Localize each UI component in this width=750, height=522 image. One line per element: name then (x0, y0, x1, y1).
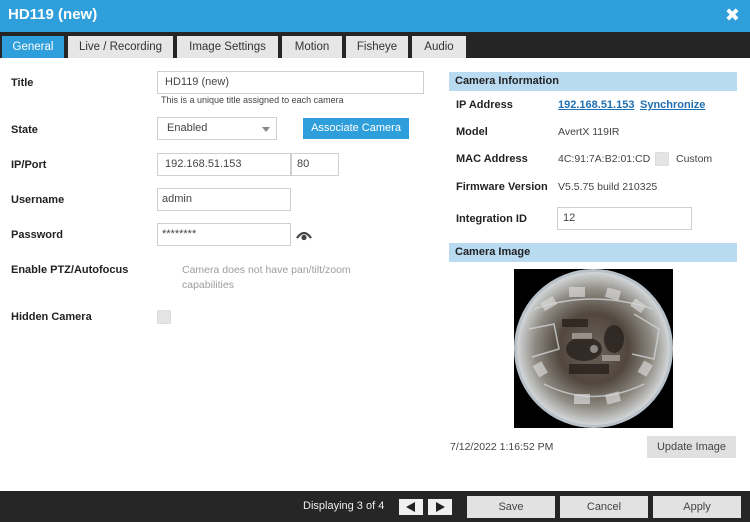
integration-id-input[interactable]: 12 (557, 207, 692, 230)
save-button[interactable]: Save (467, 496, 555, 518)
tab-live-recording[interactable]: Live / Recording (68, 36, 173, 58)
mac-address-value: 4C:91:7A:B2:01:CD (558, 153, 651, 165)
username-input[interactable]: admin (157, 188, 291, 211)
previous-button[interactable] (399, 499, 423, 515)
model-value: AvertX 119IR (558, 126, 620, 138)
ptz-note: Camera does not have pan/tilt/zoom capab… (182, 264, 351, 291)
state-label: State (11, 124, 38, 136)
firmware-value: V5.5.75 build 210325 (558, 181, 658, 193)
eye-icon[interactable] (296, 229, 312, 241)
title-label: Title (11, 77, 34, 89)
displaying-count: Displaying 3 of 4 (303, 500, 385, 512)
title-input[interactable]: HD119 (new) (157, 71, 424, 94)
tab-fisheye[interactable]: Fisheye (346, 36, 408, 58)
integration-id-label: Integration ID (456, 213, 527, 225)
camera-image (514, 269, 673, 428)
state-select-value: Enabled (167, 122, 208, 134)
port-input[interactable]: 80 (291, 153, 339, 176)
password-input[interactable]: ******** (157, 223, 291, 246)
image-timestamp: 7/12/2022 1:16:52 PM (450, 441, 554, 453)
next-button[interactable] (428, 499, 452, 515)
ptz-label: Enable PTZ/Autofocus (11, 264, 129, 276)
state-select[interactable]: Enabled (157, 117, 277, 140)
camera-image-header: Camera Image (449, 243, 737, 262)
tab-audio[interactable]: Audio (412, 36, 466, 58)
tab-image-settings[interactable]: Image Settings (177, 36, 278, 58)
mac-address-label: MAC Address (456, 153, 528, 165)
fisheye-camera-picture (514, 269, 673, 428)
model-label: Model (456, 126, 488, 138)
footer-bar: Displaying 3 of 4 Save Cancel Apply (0, 491, 750, 522)
ip-address-link[interactable]: 192.168.51.153 (558, 99, 634, 111)
firmware-label: Firmware Version (456, 181, 548, 193)
tab-bar: General Live / Recording Image Settings … (0, 32, 750, 58)
arrow-right-icon (436, 502, 445, 512)
chevron-down-icon (262, 127, 270, 132)
ipport-label: IP/Port (11, 159, 47, 171)
synchronize-link[interactable]: Synchronize (640, 99, 705, 111)
title-hint: This is a unique title assigned to each … (161, 95, 344, 105)
associate-camera-button[interactable]: Associate Camera (303, 118, 409, 139)
apply-button[interactable]: Apply (653, 496, 741, 518)
hidden-camera-label: Hidden Camera (11, 311, 92, 323)
title-bar: HD119 (new) ✖ (0, 0, 750, 32)
close-icon[interactable]: ✖ (725, 5, 740, 26)
camera-information-header: Camera Information (449, 72, 737, 91)
window-title: HD119 (new) (8, 6, 98, 23)
update-image-button[interactable]: Update Image (647, 436, 736, 458)
custom-label: Custom (676, 153, 713, 165)
tab-motion[interactable]: Motion (282, 36, 342, 58)
arrow-left-icon (406, 502, 415, 512)
tab-general[interactable]: General (2, 36, 64, 58)
hidden-camera-checkbox[interactable] (157, 310, 171, 324)
custom-checkbox[interactable] (655, 152, 669, 166)
ip-input[interactable]: 192.168.51.153 (157, 153, 291, 176)
ip-address-label: IP Address (456, 99, 513, 111)
username-label: Username (11, 194, 65, 206)
cancel-button[interactable]: Cancel (560, 496, 648, 518)
password-label: Password (11, 229, 63, 241)
